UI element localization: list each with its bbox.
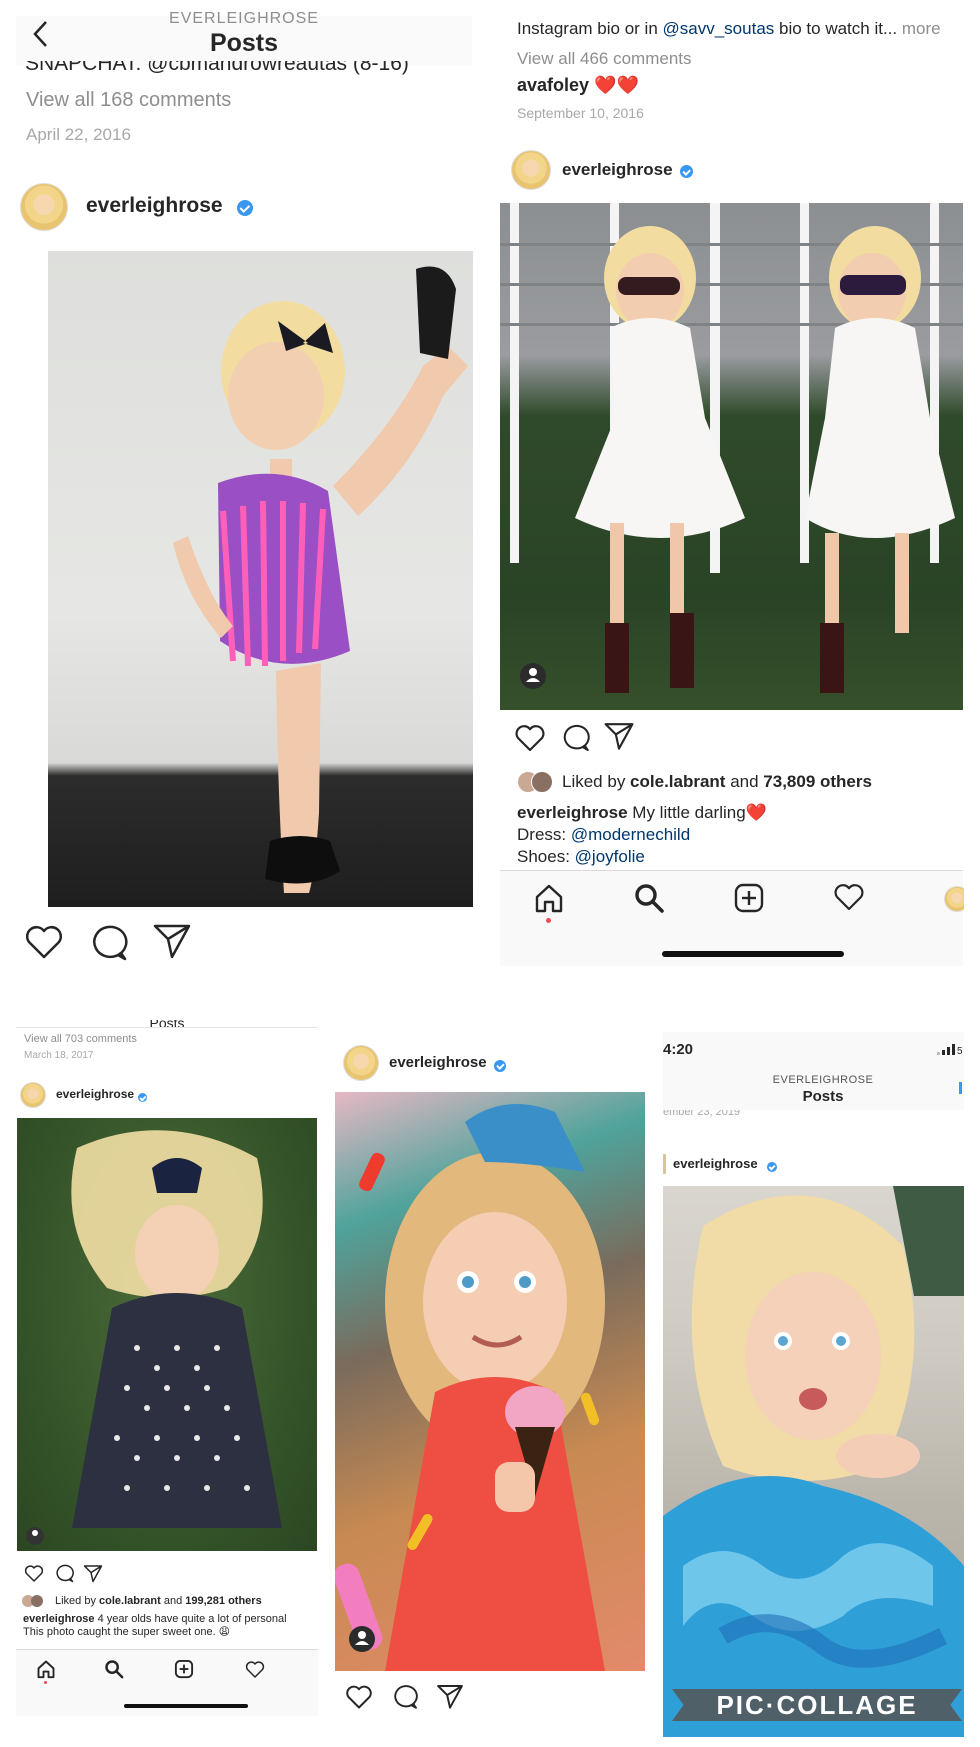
avatar[interactable]	[20, 1082, 46, 1108]
comment-icon[interactable]	[391, 1684, 418, 1710]
post-photo-dance[interactable]	[48, 251, 473, 907]
share-icon[interactable]	[83, 1564, 103, 1583]
post-date: April 22, 2016	[26, 125, 131, 144]
comment-row: avafoley ❤️❤️	[517, 75, 639, 96]
liked-by-user[interactable]: cole.labrant	[99, 1595, 161, 1607]
status-time: 4:20	[663, 1041, 694, 1058]
panel-post-tie-dye: 4:20 5 EVERLEIGHROSE Posts ember 23, 201…	[663, 1032, 964, 1737]
liked-by-avatars	[22, 1595, 48, 1609]
liked-by-user[interactable]: cole.labrant	[630, 772, 725, 791]
comment-icon[interactable]	[560, 723, 590, 753]
verified-badge-icon	[494, 1059, 506, 1072]
post-photo-polka-dot[interactable]	[17, 1118, 317, 1551]
avatar-cut	[663, 1154, 666, 1174]
more-link[interactable]: more	[902, 19, 941, 38]
search-icon[interactable]	[633, 882, 665, 914]
comment-icon[interactable]	[54, 1564, 74, 1583]
liked-by-avatars	[517, 771, 553, 793]
verified-badge-icon	[680, 165, 693, 179]
post-username[interactable]: everleighrose	[389, 1054, 487, 1071]
post-photo-ice-cream[interactable]	[335, 1092, 645, 1671]
profile-avatar-icon[interactable]	[944, 886, 964, 912]
signal-icon: 5	[937, 1044, 963, 1055]
search-icon[interactable]	[104, 1659, 124, 1679]
add-post-icon[interactable]	[733, 882, 765, 914]
heart-icon[interactable]	[24, 1564, 44, 1583]
view-comments-link[interactable]: View all 466 comments	[517, 49, 692, 69]
mention-link[interactable]: @joyfolie	[575, 847, 645, 866]
likes-count[interactable]: 73,809 others	[763, 772, 872, 791]
commenter-username[interactable]: avafoley	[517, 75, 589, 95]
dress-label: Dress:	[517, 825, 571, 844]
panel-post-polka-dot: Posts View all 703 comments March 18, 20…	[16, 1016, 318, 1716]
caption-cut: Instagram bio or in @savv_soutas bio to …	[517, 19, 941, 39]
heart-icon[interactable]	[24, 924, 64, 960]
verified-badge-icon	[138, 1093, 147, 1103]
panel-post-white-dress: Instagram bio or in @savv_soutas bio to …	[498, 0, 964, 975]
panel-post-dance: EVERLEIGHROSE Posts SNAPCHAT: @cbmandrow…	[0, 0, 476, 1000]
post-username[interactable]: everleighrose	[86, 194, 223, 218]
panel-post-ice-cream: everleighrose	[333, 1032, 647, 1747]
notification-dot	[44, 1681, 47, 1684]
page-title: Posts	[149, 1016, 185, 1031]
comment-text: ❤️❤️	[594, 75, 639, 95]
post-username[interactable]: everleighrose	[56, 1087, 134, 1101]
mention-link[interactable]: @modernechild	[571, 825, 690, 844]
caption-line-2: This photo caught the super sweet one. 😩	[23, 1626, 231, 1638]
page-title: Posts	[802, 1088, 844, 1105]
header-username-label: EVERLEIGHROSE	[772, 1074, 874, 1086]
svg-text:5: 5	[957, 1046, 963, 1055]
liked-by-mid: and	[160, 1595, 186, 1607]
liked-by-mid: and	[725, 772, 764, 791]
watermark-text: PIC·COLLAGE	[716, 1690, 918, 1720]
liked-by-prefix: Liked by	[562, 772, 631, 791]
post-photo-white-dress[interactable]	[500, 203, 963, 710]
post-date: March 18, 2017	[24, 1050, 94, 1061]
home-indicator	[124, 1704, 248, 1708]
heart-icon[interactable]	[514, 723, 546, 753]
share-icon[interactable]	[436, 1683, 464, 1710]
post-username[interactable]: everleighrose	[562, 160, 673, 180]
notification-dot	[546, 918, 551, 923]
page-title: Posts	[209, 29, 279, 57]
share-icon[interactable]	[152, 922, 192, 960]
view-comments-link[interactable]: View all 703 comments	[24, 1033, 137, 1045]
caption-username[interactable]: everleighrose	[517, 803, 628, 822]
comment-icon[interactable]	[88, 924, 128, 962]
caption-text: Instagram bio or in	[517, 19, 663, 38]
avatar[interactable]	[343, 1045, 379, 1081]
mention-link[interactable]: @savv_soutas	[663, 19, 775, 38]
heart-icon[interactable]	[833, 882, 865, 912]
caption-text-end: bio to watch it...	[774, 19, 898, 38]
liked-by-prefix: Liked by	[55, 1595, 100, 1607]
header-username-label: EVERLEIGHROSE	[169, 10, 319, 27]
post-date: September 10, 2016	[517, 105, 644, 121]
add-post-icon[interactable]	[174, 1659, 194, 1679]
home-icon[interactable]	[533, 882, 565, 914]
home-icon[interactable]	[36, 1659, 56, 1679]
heart-icon[interactable]	[345, 1684, 373, 1710]
liked-by-row[interactable]: Liked by cole.labrant and 199,281 others	[55, 1595, 262, 1607]
heart-icon[interactable]	[245, 1660, 265, 1679]
caption-text: 4 year olds have quite a lot of personal	[94, 1613, 287, 1625]
caption: everleighrose 4 year olds have quite a l…	[23, 1613, 287, 1639]
caption-text: My little darling❤️	[627, 803, 767, 822]
header-action-cut[interactable]	[959, 1082, 962, 1094]
view-comments-link[interactable]: View all 168 comments	[26, 89, 231, 112]
shoes-label: Shoes:	[517, 847, 575, 866]
avatar[interactable]	[20, 183, 68, 231]
avatar[interactable]	[511, 150, 551, 190]
verified-badge-icon	[237, 199, 253, 216]
home-indicator	[662, 951, 844, 957]
caption-username[interactable]: everleighrose	[23, 1613, 95, 1625]
caption: everleighrose My little darling❤️ Dress:…	[517, 802, 767, 868]
likes-count[interactable]: 199,281 others	[185, 1595, 261, 1607]
verified-badge-icon	[767, 1161, 777, 1172]
share-icon[interactable]	[603, 721, 635, 751]
liked-by-row[interactable]: Liked by cole.labrant and 73,809 others	[562, 772, 872, 792]
post-username[interactable]: everleighrose	[673, 1156, 758, 1171]
header-divider	[16, 1027, 318, 1028]
post-photo-tie-dye[interactable]	[663, 1186, 964, 1737]
